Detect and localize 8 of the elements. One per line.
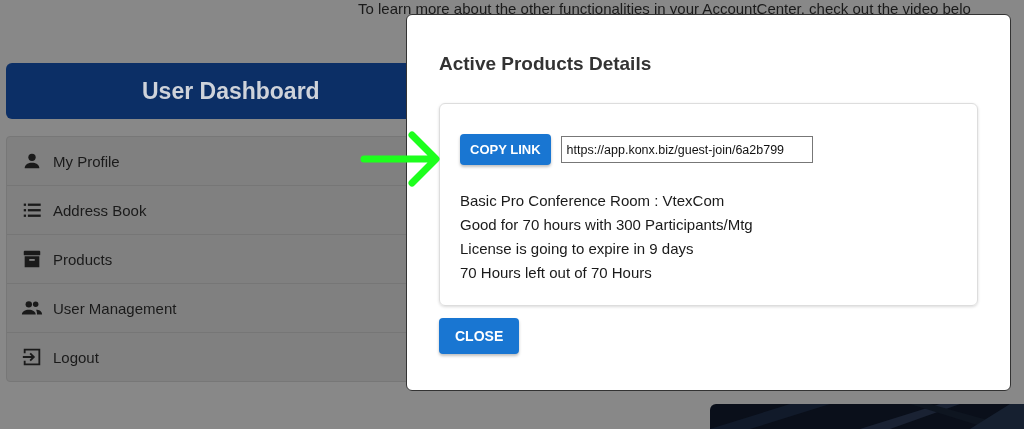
dialog-title: Active Products Details (439, 53, 653, 75)
link-field[interactable]: https://app.konx.biz/guest-join/6a2b799 (560, 136, 813, 163)
arrow-icon (360, 130, 440, 188)
close-button[interactable]: CLOSE (439, 318, 520, 354)
logout-icon (21, 346, 43, 368)
archive-icon (21, 248, 43, 270)
copy-link-button[interactable]: COPY LINK (460, 134, 551, 165)
dashboard-title: User Dashboard (142, 77, 320, 105)
